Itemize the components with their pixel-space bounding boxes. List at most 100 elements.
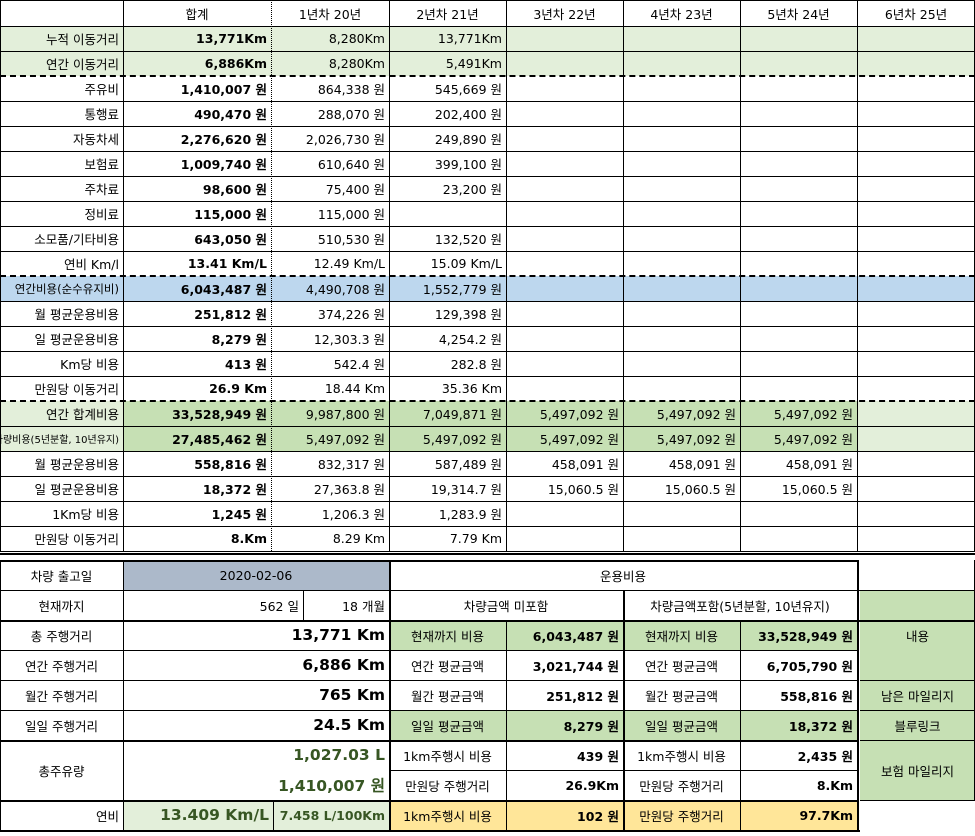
data-cell[interactable]: 6,886Km xyxy=(123,51,271,76)
data-cell[interactable]: 23,200 원 xyxy=(389,176,506,201)
data-cell[interactable] xyxy=(623,151,740,176)
data-cell[interactable] xyxy=(740,326,857,351)
data-cell[interactable] xyxy=(740,151,857,176)
data-cell[interactable] xyxy=(506,76,623,101)
cost-value[interactable]: 8.Km xyxy=(740,770,857,800)
cost-value[interactable]: 6,705,790 원 xyxy=(740,650,857,680)
data-cell[interactable]: 4,490,708 원 xyxy=(271,276,389,301)
cost-label[interactable]: 만원당 주행거리 xyxy=(623,770,740,800)
data-cell[interactable]: 251,812 원 xyxy=(123,301,271,326)
data-cell[interactable] xyxy=(506,201,623,226)
data-cell[interactable]: 558,816 원 xyxy=(123,451,271,476)
fuel-liters[interactable]: 1,027.03 L xyxy=(123,740,389,770)
data-cell[interactable]: 12,303.3 원 xyxy=(271,326,389,351)
data-cell[interactable]: 15,060.5 원 xyxy=(506,476,623,501)
data-cell[interactable] xyxy=(506,126,623,151)
data-cell[interactable] xyxy=(740,376,857,401)
data-cell[interactable]: 2,026,730 원 xyxy=(271,126,389,151)
data-cell[interactable] xyxy=(857,226,975,251)
cost-value[interactable]: 18,372 원 xyxy=(740,710,857,740)
dist-label[interactable]: 일일 주행거리 xyxy=(0,710,123,740)
dist-label[interactable]: 월간 주행거리 xyxy=(0,680,123,710)
data-cell[interactable] xyxy=(740,101,857,126)
no-car-header[interactable]: 차량금액 미포함 xyxy=(389,590,623,620)
data-cell[interactable]: 510,530 원 xyxy=(271,226,389,251)
row-label[interactable]: 1Km당 비용 xyxy=(0,501,123,526)
data-cell[interactable] xyxy=(857,251,975,276)
data-cell[interactable]: 288,070 원 xyxy=(271,101,389,126)
fuel-label[interactable]: 총주유량 xyxy=(0,740,123,800)
data-cell[interactable]: 1,283.9 원 xyxy=(389,501,506,526)
dist-value[interactable]: 6,886 Km xyxy=(123,650,389,680)
cost-label[interactable]: 월간 평균금액 xyxy=(623,680,740,710)
data-cell[interactable] xyxy=(857,176,975,201)
data-cell[interactable]: 202,400 원 xyxy=(389,101,506,126)
data-cell[interactable]: 542.4 원 xyxy=(271,351,389,376)
data-cell[interactable]: 864,338 원 xyxy=(271,76,389,101)
header-corner[interactable] xyxy=(0,0,123,26)
row-label[interactable]: Km당 비용 xyxy=(0,351,123,376)
cost-label[interactable]: 현재까지 비용 xyxy=(623,620,740,650)
row-label[interactable]: 소모품/기타비용 xyxy=(0,226,123,251)
row-label[interactable]: 월 평균운용비용 xyxy=(0,301,123,326)
cost-label[interactable]: 만원당 주행거리 xyxy=(389,770,506,800)
row-label[interactable]: 연간비용(순수유지비) xyxy=(0,276,123,301)
row-label[interactable]: 통행료 xyxy=(0,101,123,126)
data-cell[interactable] xyxy=(740,226,857,251)
data-cell[interactable]: 490,470 원 xyxy=(123,101,271,126)
data-cell[interactable]: 5,491Km xyxy=(389,51,506,76)
data-cell[interactable]: 643,050 원 xyxy=(123,226,271,251)
data-cell[interactable] xyxy=(857,426,975,451)
data-cell[interactable] xyxy=(506,226,623,251)
data-cell[interactable]: 132,520 원 xyxy=(389,226,506,251)
data-cell[interactable]: 5,497,092 원 xyxy=(623,426,740,451)
data-cell[interactable]: 458,091 원 xyxy=(623,451,740,476)
cost-label[interactable]: 일일 평균금액 xyxy=(623,710,740,740)
eff-l100[interactable]: 7.458 L/100Km xyxy=(273,800,389,830)
data-cell[interactable]: 33,528,949 원 xyxy=(123,401,271,426)
data-cell[interactable] xyxy=(740,201,857,226)
cost-label[interactable]: 1km주행시 비용 xyxy=(389,740,506,770)
data-cell[interactable]: 5,497,092 원 xyxy=(506,401,623,426)
cost-value[interactable]: 439 원 xyxy=(506,740,623,770)
data-cell[interactable] xyxy=(623,26,740,51)
row-label[interactable]: 일 평균운용비용 xyxy=(0,326,123,351)
data-cell[interactable] xyxy=(740,26,857,51)
cost-label[interactable]: 연간 평균금액 xyxy=(623,650,740,680)
data-cell[interactable]: 1,206.3 원 xyxy=(271,501,389,526)
data-cell[interactable] xyxy=(506,501,623,526)
data-cell[interactable]: 13.41 Km/L xyxy=(123,251,271,276)
data-cell[interactable] xyxy=(623,526,740,551)
data-cell[interactable] xyxy=(623,76,740,101)
row-label[interactable]: 정비료 xyxy=(0,201,123,226)
data-cell[interactable] xyxy=(857,276,975,301)
data-cell[interactable] xyxy=(623,201,740,226)
data-cell[interactable] xyxy=(740,126,857,151)
data-cell[interactable] xyxy=(506,376,623,401)
row-label[interactable]: 일 평균운용비용 xyxy=(0,476,123,501)
column-header[interactable]: 1년차 20년 xyxy=(271,0,389,26)
data-cell[interactable] xyxy=(623,501,740,526)
data-cell[interactable] xyxy=(857,76,975,101)
with-car-header[interactable]: 차량금액포함(5년분할, 10년유지) xyxy=(623,590,857,620)
data-cell[interactable] xyxy=(506,276,623,301)
cost-value[interactable]: 97.7Km xyxy=(740,800,857,830)
data-cell[interactable] xyxy=(389,201,506,226)
side-bluelink[interactable]: 블루링크 xyxy=(860,710,975,740)
data-cell[interactable] xyxy=(740,76,857,101)
cost-value[interactable]: 6,043,487 원 xyxy=(506,620,623,650)
data-cell[interactable]: 1,245 원 xyxy=(123,501,271,526)
data-cell[interactable]: 15,060.5 원 xyxy=(623,476,740,501)
data-cell[interactable]: 19,314.7 원 xyxy=(389,476,506,501)
cost-value[interactable]: 2,435 원 xyxy=(740,740,857,770)
data-cell[interactable] xyxy=(857,151,975,176)
data-cell[interactable] xyxy=(506,51,623,76)
data-cell[interactable]: 8,280Km xyxy=(271,51,389,76)
cost-label[interactable]: 현재까지 비용 xyxy=(389,620,506,650)
data-cell[interactable]: 15,060.5 원 xyxy=(740,476,857,501)
data-cell[interactable] xyxy=(506,301,623,326)
data-cell[interactable]: 5,497,092 원 xyxy=(271,426,389,451)
data-cell[interactable] xyxy=(740,276,857,301)
data-cell[interactable] xyxy=(857,101,975,126)
data-cell[interactable]: 1,009,740 원 xyxy=(123,151,271,176)
